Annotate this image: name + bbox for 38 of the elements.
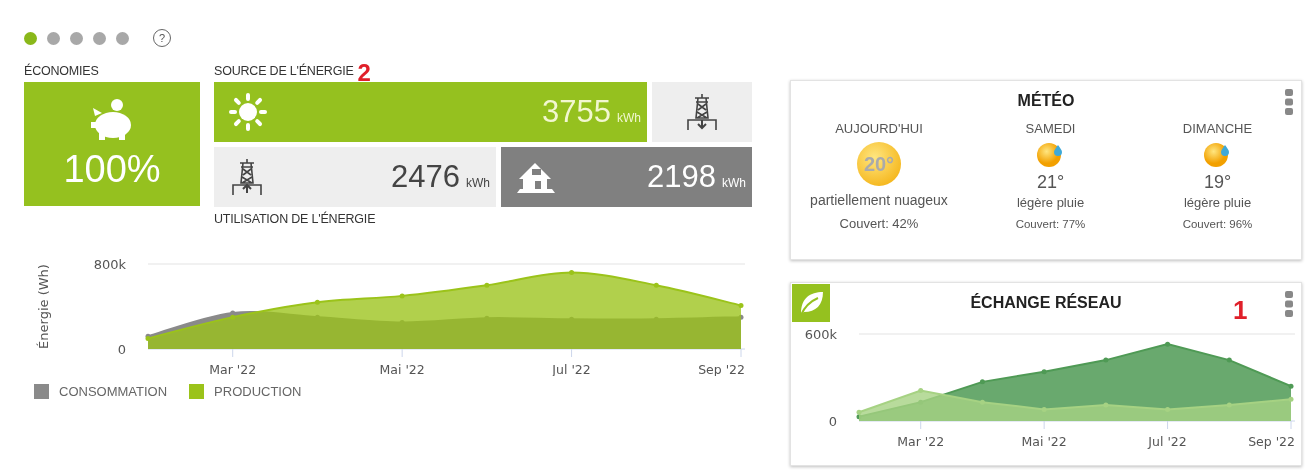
axis-label: 0 (117, 342, 126, 357)
energy-value: 3755 kWh (542, 94, 641, 130)
section-label: UTILISATION DE L'ÉNERGIE (214, 212, 377, 228)
axis-label: Sep '22 (698, 362, 745, 376)
axis-label: Jul '22 (1148, 434, 1187, 449)
axis-label: Mar '22 (209, 362, 257, 376)
section-label: SOURCE DE L'ÉNERGIE (214, 64, 354, 80)
weather-description: légère pluie (1016, 195, 1085, 210)
axis-label: 0 (828, 414, 837, 429)
annotation-number: 2 (357, 64, 371, 82)
cloud-cover: Couvert: 42% (839, 216, 919, 231)
savings-value: 100% (63, 147, 161, 191)
axis-label: Jul '22 (552, 362, 591, 376)
day-name: DIMANCHE (1182, 121, 1253, 136)
temperature: 19° (1203, 172, 1232, 193)
cloud-cover: Couvert: 77% (1015, 218, 1086, 230)
section-label: ÉCONOMIES (24, 64, 100, 80)
axis-label: Mar '22 (897, 434, 945, 449)
annotation-number: 1 (1233, 301, 1248, 319)
cloud-cover: Couvert: 96% (1182, 218, 1253, 230)
day-name: SAMEDI (1025, 121, 1076, 136)
energy-value: 2198 kWh (647, 159, 746, 195)
axis-label: 600k (804, 327, 837, 342)
weather-description: légère pluie (1183, 195, 1252, 210)
card-title: MÉTÉO (1017, 92, 1075, 110)
day-name: AUJOURD'HUI (835, 121, 923, 136)
card-title: ÉCHANGE RÉSEAU (970, 294, 1122, 312)
axis-label: Mai '22 (1021, 434, 1067, 449)
axis-title: Énergie (Wh) (36, 264, 51, 349)
legend-label: CONSOMMATION (59, 384, 168, 399)
axis-label: Mai '22 (379, 362, 425, 376)
energy-value: 2476 kWh (391, 159, 490, 195)
temperature: 21° (1036, 172, 1065, 193)
axis-label: Sep '22 (1248, 434, 1295, 449)
axis-label: 800k (93, 257, 126, 272)
sun-temperature-badge: 20° (857, 142, 901, 186)
weather-description: partiellement nuageux (810, 192, 948, 208)
legend-label: PRODUCTION (214, 384, 302, 399)
